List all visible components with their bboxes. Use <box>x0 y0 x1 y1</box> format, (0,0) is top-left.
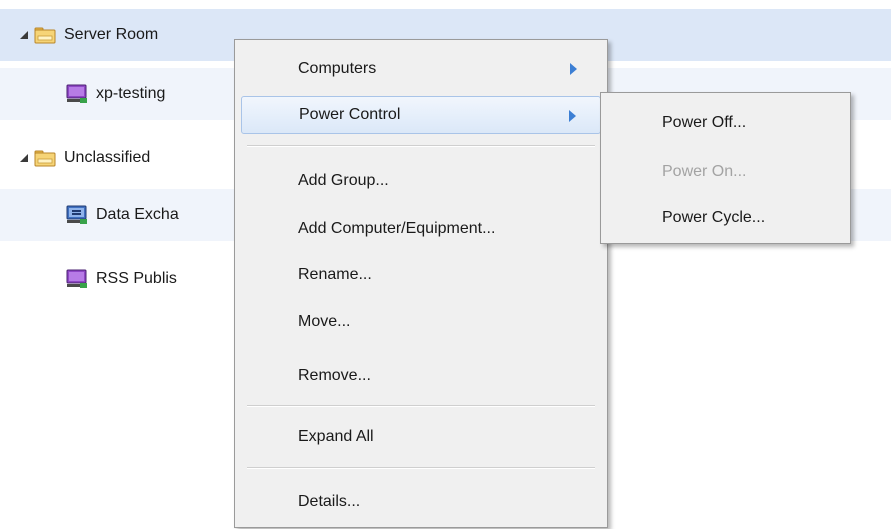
menu-item-label: Add Group... <box>298 172 389 189</box>
tree-label: RSS Publis <box>96 270 177 287</box>
menu-item-details[interactable]: Details... <box>241 483 601 521</box>
computer-icon <box>66 269 87 288</box>
power-control-submenu: Power Off... Power On... Power Cycle... <box>600 92 851 244</box>
submenu-item-label: Power Cycle... <box>662 209 766 226</box>
menu-item-expand-all[interactable]: Expand All <box>241 418 601 456</box>
menu-item-label: Details... <box>298 493 361 510</box>
computer-icon <box>66 84 87 103</box>
menu-item-add-computer[interactable]: Add Computer/Equipment... <box>241 210 601 248</box>
menu-item-label: Expand All <box>298 428 374 445</box>
menu-separator <box>247 145 595 147</box>
menu-item-label: Power Control <box>299 106 401 123</box>
menu-item-power-control[interactable]: Power Control <box>241 96 601 134</box>
submenu-item-power-cycle[interactable]: Power Cycle... <box>609 200 845 236</box>
tree-label: Data Excha <box>96 206 179 223</box>
menu-item-add-group[interactable]: Add Group... <box>241 162 601 200</box>
submenu-item-power-off[interactable]: Power Off... <box>609 105 845 141</box>
tree-label: Unclassified <box>64 149 151 166</box>
menu-separator <box>247 405 595 407</box>
menu-item-remove[interactable]: Remove... <box>241 357 601 395</box>
menu-item-move[interactable]: Move... <box>241 303 601 341</box>
folder-group-icon <box>34 150 56 167</box>
submenu-item-label: Power On... <box>662 163 747 180</box>
submenu-arrow-icon <box>570 63 577 75</box>
menu-item-rename[interactable]: Rename... <box>241 256 601 294</box>
menu-item-label: Computers <box>298 60 377 77</box>
tree-label: Server Room <box>64 26 159 43</box>
menu-item-label: Rename... <box>298 266 372 283</box>
expanded-arrow-icon[interactable] <box>20 154 28 162</box>
menu-item-label: Add Computer/Equipment... <box>298 220 496 237</box>
submenu-item-power-on: Power On... <box>609 154 845 190</box>
menu-item-label: Move... <box>298 313 351 330</box>
submenu-item-label: Power Off... <box>662 114 747 131</box>
tree-label: xp-testing <box>96 85 166 102</box>
submenu-arrow-icon <box>569 110 576 122</box>
menu-item-computers[interactable]: Computers <box>241 50 601 88</box>
context-menu: Computers Power Control Add Group... Add… <box>234 39 608 528</box>
menu-separator <box>247 467 595 469</box>
computer-icon <box>66 205 87 224</box>
folder-group-icon <box>34 27 56 44</box>
expanded-arrow-icon[interactable] <box>20 31 28 39</box>
menu-item-label: Remove... <box>298 367 371 384</box>
